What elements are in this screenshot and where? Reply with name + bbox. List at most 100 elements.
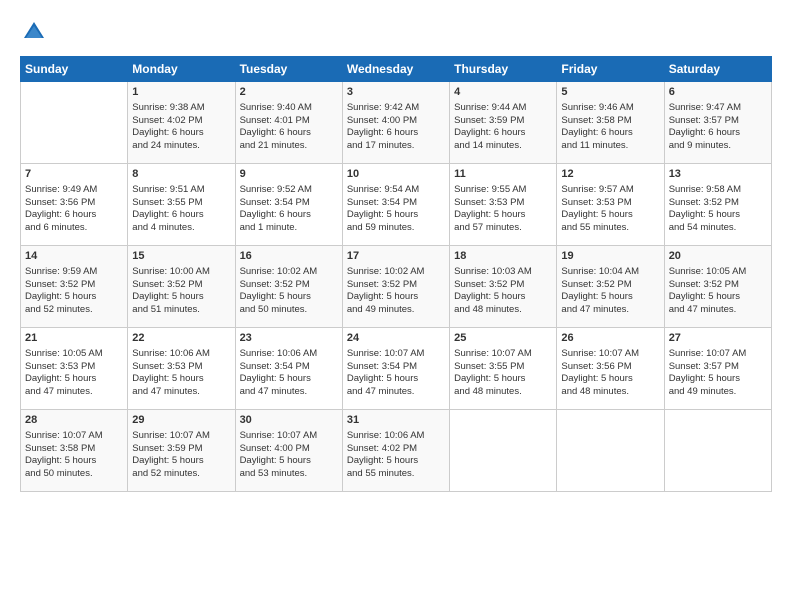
day-info-line: and 21 minutes. [240,140,308,151]
day-number: 16 [240,249,338,264]
day-cell: 21 Sunrise: 10:05 AM Sunset: 3:53 PMDaylig… [21,328,128,410]
day-info-line: Daylight: 6 hours [25,209,96,220]
day-number: 27 [669,331,767,346]
day-info-line: Sunrise: 9:52 AM [240,184,312,195]
day-info-line: and 6 minutes. [25,222,87,233]
col-header-sunday: Sunday [21,57,128,82]
day-info-line: Sunset: 3:52 PM [561,279,631,290]
day-number: 26 [561,331,659,346]
day-info-line: Daylight: 5 hours [454,291,525,302]
day-info-line: Sunset: 3:56 PM [561,361,631,372]
day-info-line: Sunset: 3:54 PM [240,361,310,372]
day-info-line: Daylight: 6 hours [454,127,525,138]
day-info-line: Sunset: 3:53 PM [132,361,202,372]
day-info-line: and 50 minutes. [240,304,308,315]
day-info-line: Sunset: 3:53 PM [561,197,631,208]
logo [20,18,51,46]
day-info-line: and 59 minutes. [347,222,415,233]
day-info-line: Sunrise: 9:38 AM [132,102,204,113]
day-info-line: and 48 minutes. [454,386,522,397]
day-info-line: Daylight: 5 hours [25,291,96,302]
day-info-line: Daylight: 5 hours [25,373,96,384]
col-header-friday: Friday [557,57,664,82]
day-number: 15 [132,249,230,264]
col-header-tuesday: Tuesday [235,57,342,82]
day-info-line: and 55 minutes. [347,468,415,479]
day-info-line: and 4 minutes. [132,222,194,233]
day-info-line: Sunset: 4:00 PM [240,443,310,454]
day-cell: 5Sunrise: 9:46 AMSunset: 3:58 PMDaylight… [557,82,664,164]
day-cell: 28Sunrise: 10:07 AMSunset: 3:58 PMDaylig… [21,410,128,492]
day-info-line: Sunrise: 9:42 AM [347,102,419,113]
day-cell: 8Sunrise: 9:51 AMSunset: 3:55 PMDaylight… [128,164,235,246]
col-header-saturday: Saturday [664,57,771,82]
day-info-line: Daylight: 5 hours [347,291,418,302]
day-info-line: Sunset: 3:52 PM [132,279,202,290]
day-number: 18 [454,249,552,264]
day-info-line: Sunset: 3:57 PM [669,361,739,372]
day-info-line: Daylight: 5 hours [454,373,525,384]
day-cell: 24Sunrise: 10:07 AMSunset: 3:54 PMDaylig… [342,328,449,410]
day-info-line: Sunrise: 9:47 AM [669,102,741,113]
day-info-line: Sunset: 3:52 PM [669,197,739,208]
day-info-line: Daylight: 5 hours [240,291,311,302]
day-info-line: Sunset: 3:57 PM [669,115,739,126]
day-info-line: Sunrise: 9:58 AM [669,184,741,195]
day-info-line: Sunrise: 10:06 AM [347,430,425,441]
week-row-2: 7Sunrise: 9:49 AMSunset: 3:56 PMDaylight… [21,164,772,246]
day-info-line: Sunrise: 10:05 AM [25,348,103,359]
day-info-line: and 55 minutes. [561,222,629,233]
day-cell [450,410,557,492]
day-cell: 30Sunrise: 10:07 AMSunset: 4:00 PMDaylig… [235,410,342,492]
day-info-line: Sunset: 4:02 PM [347,443,417,454]
day-info-line: and 49 minutes. [669,386,737,397]
week-row-4: 21Sunrise: 10:05 AMSunset: 3:53 PMDaylig… [21,328,772,410]
day-info-line: and 52 minutes. [132,468,200,479]
day-info-line: and 51 minutes. [132,304,200,315]
day-cell [557,410,664,492]
day-info-line: Sunrise: 9:51 AM [132,184,204,195]
day-info-line: Sunset: 3:52 PM [240,279,310,290]
day-cell: 10Sunrise: 9:54 AMSunset: 3:54 PMDayligh… [342,164,449,246]
day-info-line: Sunrise: 9:59 AM [25,266,97,277]
day-info-line: Sunset: 3:53 PM [25,361,95,372]
day-info-line: Daylight: 6 hours [240,209,311,220]
day-info-line: Daylight: 5 hours [25,455,96,466]
day-info-line: Sunset: 3:53 PM [454,197,524,208]
day-number: 8 [132,167,230,182]
day-info-line: Sunset: 3:58 PM [25,443,95,454]
day-info-line: Sunrise: 10:06 AM [240,348,318,359]
day-cell: 1Sunrise: 9:38 AMSunset: 4:02 PMDaylight… [128,82,235,164]
day-info-line: Sunset: 3:58 PM [561,115,631,126]
day-info-line: Sunset: 3:52 PM [669,279,739,290]
day-cell: 15Sunrise: 10:00 AMSunset: 3:52 PMDaylig… [128,246,235,328]
day-info-line: Sunrise: 9:46 AM [561,102,633,113]
day-info-line: Daylight: 5 hours [669,291,740,302]
day-number: 17 [347,249,445,264]
day-info-line: Sunrise: 10:07 AM [347,348,425,359]
day-number: 4 [454,85,552,100]
day-number: 9 [240,167,338,182]
day-number: 3 [347,85,445,100]
day-number: 12 [561,167,659,182]
day-number: 10 [347,167,445,182]
day-info-line: and 14 minutes. [454,140,522,151]
day-info-line: Daylight: 5 hours [132,455,203,466]
day-number: 14 [25,249,123,264]
day-info-line: Sunrise: 10:06 AM [132,348,210,359]
day-number: 28 [25,413,123,428]
day-number: 25 [454,331,552,346]
day-info-line: Sunrise: 10:07 AM [561,348,639,359]
day-info-line: Sunset: 4:00 PM [347,115,417,126]
day-info-line: and 47 minutes. [25,386,93,397]
day-number: 21 [25,331,123,346]
week-row-5: 28Sunrise: 10:07 AMSunset: 3:58 PMDaylig… [21,410,772,492]
day-info-line: and 48 minutes. [561,386,629,397]
day-info-line: Sunset: 3:54 PM [240,197,310,208]
day-cell: 18Sunrise: 10:03 AMSunset: 3:52 PMDaylig… [450,246,557,328]
day-info-line: Sunset: 3:52 PM [347,279,417,290]
day-info-line: Daylight: 5 hours [669,373,740,384]
day-info-line: Daylight: 6 hours [347,127,418,138]
logo-icon [20,18,48,46]
day-info-line: Sunrise: 10:07 AM [132,430,210,441]
